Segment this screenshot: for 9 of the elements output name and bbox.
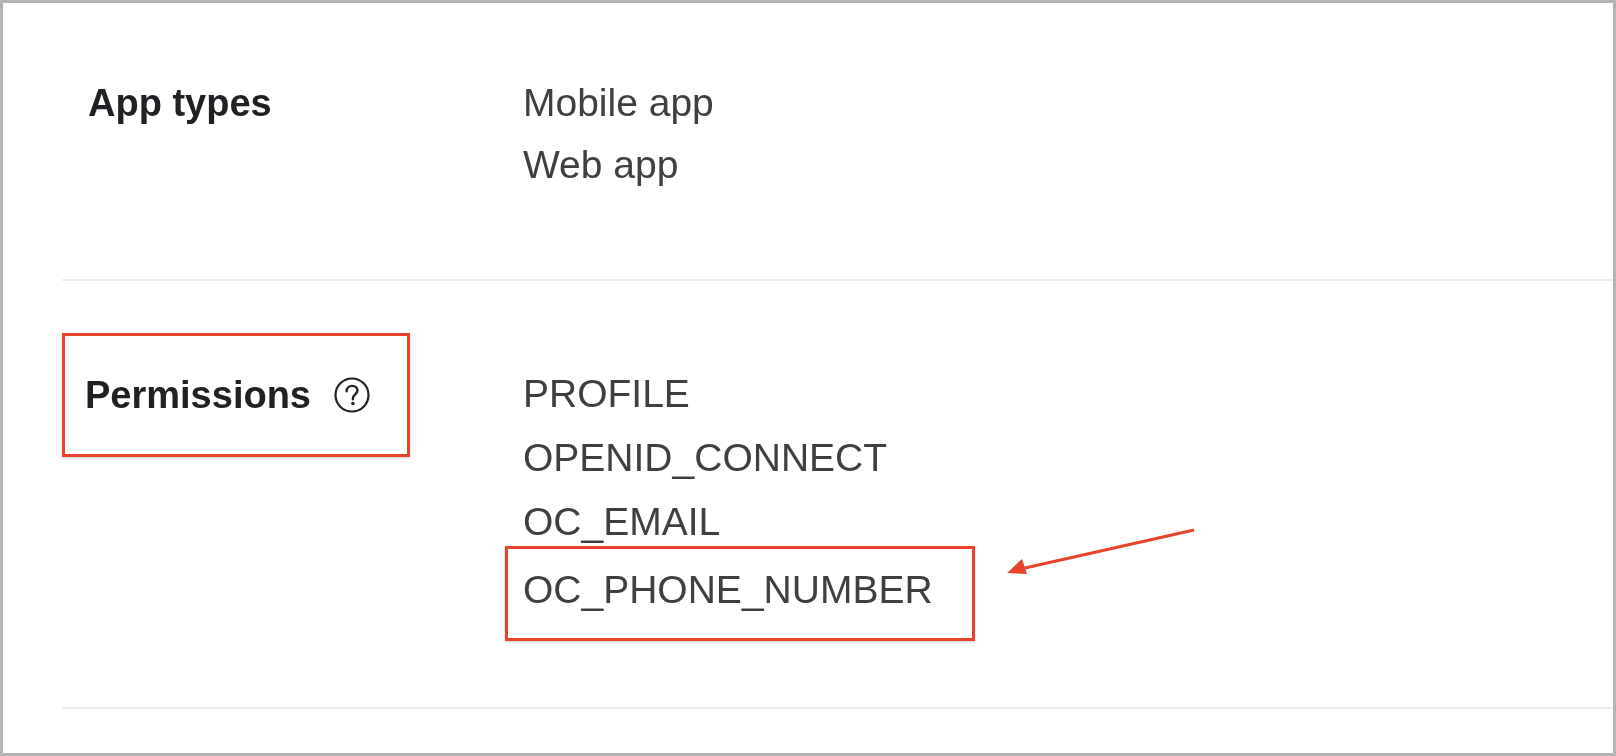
row-label: Permissions xyxy=(85,373,311,418)
value-text: OC_PHONE_NUMBER xyxy=(523,568,933,611)
row-label: App types xyxy=(88,81,272,126)
value-text: Mobile app xyxy=(523,81,714,124)
value-text: PROFILE xyxy=(523,372,690,415)
value-text: OPENID_CONNECT xyxy=(523,436,888,479)
value-text: Web app xyxy=(523,143,679,186)
help-icon[interactable] xyxy=(333,376,371,414)
value-text: OC_EMAIL xyxy=(523,500,721,543)
